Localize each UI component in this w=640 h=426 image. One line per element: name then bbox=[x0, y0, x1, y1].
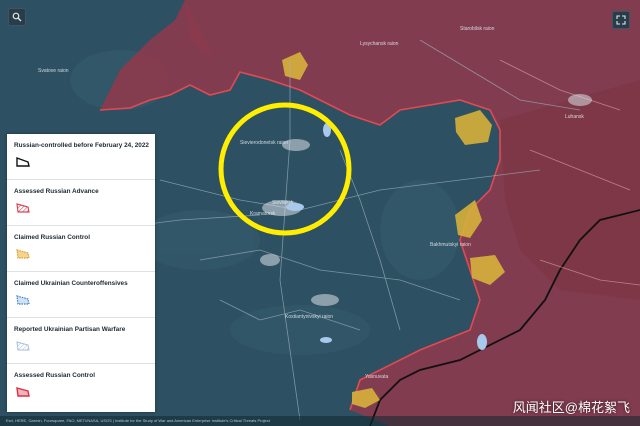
label-svatove: Svatove raion bbox=[38, 68, 69, 74]
legend-label: Assessed Russian Advance bbox=[14, 188, 99, 195]
legend-label: Claimed Ukrainian Counteroffensives bbox=[14, 280, 128, 287]
label-yasnuvata: Yasnuvata bbox=[365, 374, 388, 380]
legend-label: Reported Ukrainian Partisan Warfare bbox=[14, 326, 126, 333]
watermark: 风闻社区@棉花絮飞 bbox=[512, 400, 630, 415]
expand-button[interactable] bbox=[612, 11, 630, 29]
black-outline-swatch-icon bbox=[16, 157, 30, 167]
legend-item-ukrainian-counteroffensives: Claimed Ukrainian Counteroffensives bbox=[7, 272, 155, 318]
expand-icon bbox=[616, 15, 626, 25]
legend-item-assessed-advance: Assessed Russian Advance bbox=[7, 180, 155, 226]
label-kramatorsk: Kramatorsk bbox=[250, 211, 276, 217]
legend-label: Assessed Russian Control bbox=[14, 372, 95, 379]
light-blue-hatched-swatch-icon bbox=[16, 341, 30, 351]
blue-dotted-swatch-icon bbox=[16, 295, 30, 305]
legend-item-partisan-warfare: Reported Ukrainian Partisan Warfare bbox=[7, 318, 155, 364]
legend-item-russian-before-2022: Russian-controlled before February 24, 2… bbox=[7, 134, 155, 180]
search-icon bbox=[12, 12, 22, 22]
label-sloviansk: Sloviansk bbox=[272, 200, 294, 206]
map-legend: Russian-controlled before February 24, 2… bbox=[7, 134, 155, 412]
label-sievierodonetsk: Sievierodonetsk raion bbox=[240, 140, 288, 146]
red-filled-swatch-icon bbox=[16, 387, 30, 397]
search-button[interactable] bbox=[8, 8, 26, 26]
red-hatched-swatch-icon bbox=[16, 203, 30, 213]
label-kostiantynivskyi: Kostiantynivskyi raion bbox=[285, 314, 333, 320]
label-luhansk: Luhansk bbox=[565, 114, 584, 120]
map-attribution: Esri, HERE, Garmin, Foursquare, FAO, MET… bbox=[0, 416, 640, 426]
orange-dotted-swatch-icon bbox=[16, 249, 30, 259]
legend-item-claimed-russian: Claimed Russian Control bbox=[7, 226, 155, 272]
label-bakhmutskyi: Bakhmutskyi raion bbox=[430, 242, 471, 248]
legend-item-assessed-control: Assessed Russian Control bbox=[7, 364, 155, 410]
label-starobilsk: Starobilsk raion bbox=[460, 26, 495, 32]
legend-label: Russian-controlled before February 24, 2… bbox=[14, 142, 149, 149]
legend-label: Claimed Russian Control bbox=[14, 234, 90, 241]
label-lysychansk: Lysychansk raion bbox=[360, 41, 399, 47]
